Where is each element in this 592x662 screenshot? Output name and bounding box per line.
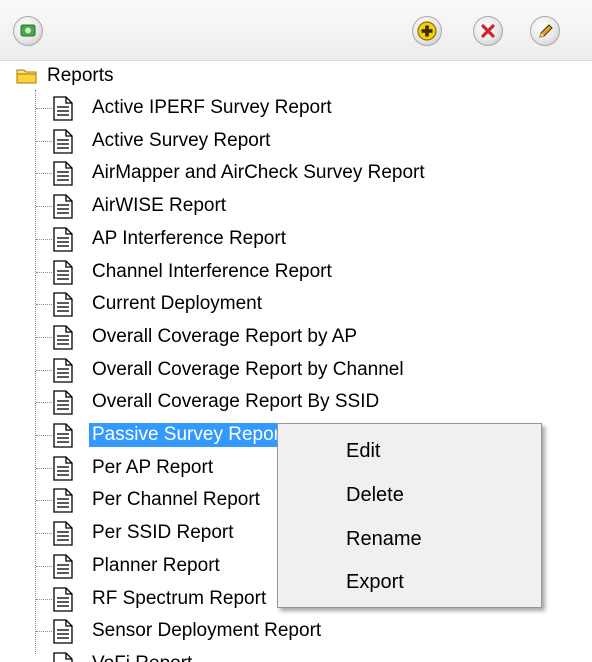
tree-item-label: Active Survey Report	[92, 129, 271, 151]
tree-item-label: Sensor Deployment Report	[92, 620, 322, 642]
add-button[interactable]	[412, 16, 442, 46]
tree-item-label: Overall Coverage Report by AP	[92, 325, 358, 347]
report-document-icon	[52, 96, 74, 121]
report-document-icon	[52, 227, 74, 252]
tree-item-label: Per AP Report	[92, 456, 214, 478]
tree-connector	[36, 238, 52, 240]
report-document-icon	[52, 259, 74, 285]
toolbar	[0, 0, 592, 61]
tree-item-label: Per SSID Report	[92, 522, 234, 544]
tree-root-reports[interactable]: Reports	[16, 64, 114, 88]
context-menu: Edit Delete Rename Export	[277, 423, 542, 608]
tree-item[interactable]: Overall Coverage Report by AP	[36, 322, 556, 352]
tree-item-label: Active IPERF Survey Report	[92, 97, 332, 118]
tree-connector	[36, 206, 52, 208]
tree-item-label: Overall Coverage Report By SSID	[92, 391, 380, 413]
x-icon	[481, 24, 495, 38]
tree-connector	[36, 336, 52, 338]
tree-connector	[36, 304, 52, 306]
tree-connector	[36, 271, 52, 273]
tree-item[interactable]: Overall Coverage Report by Channel	[36, 355, 556, 385]
report-document-icon	[52, 129, 74, 154]
tree-item[interactable]: Active Survey Report	[36, 126, 556, 156]
tree-item[interactable]: Current Deployment	[36, 289, 556, 319]
tree-item-label: AirWISE Report	[92, 195, 227, 217]
report-document-icon	[52, 161, 74, 187]
context-menu-rename[interactable]: Rename	[346, 524, 422, 554]
report-document-icon	[52, 488, 74, 514]
delete-button[interactable]	[473, 16, 503, 46]
tree-connector	[36, 598, 52, 600]
tree-item[interactable]: Overall Coverage Report By SSID	[36, 387, 556, 417]
tree-item[interactable]: AirWISE Report	[36, 191, 556, 221]
tree-connector	[36, 500, 52, 502]
reports-panel: Reports Active IPERF Survey Report Active…	[0, 0, 592, 662]
report-document-icon	[52, 423, 74, 448]
tree-item-label: AP Interference Report	[92, 227, 286, 249]
tree-connector	[36, 369, 52, 371]
tree-item-label: Overall Coverage Report by Channel	[92, 358, 404, 380]
report-document-icon	[52, 586, 74, 612]
plus-icon	[417, 21, 437, 41]
folder-icon	[16, 69, 37, 84]
report-document-icon	[52, 456, 74, 481]
tree-connector	[36, 108, 52, 109]
tree-item-label: Planner Report	[92, 554, 220, 576]
report-document-icon	[52, 619, 74, 644]
tree-item-label: Passive Survey Report	[89, 423, 289, 447]
tree-item[interactable]: Channel Interference Report	[36, 257, 556, 287]
tree-root-label: Reports	[47, 65, 114, 86]
pencil-icon	[539, 24, 553, 38]
tree-item-label: Channel Interference Report	[92, 260, 332, 282]
report-document-icon	[52, 325, 74, 350]
context-menu-delete[interactable]: Delete	[346, 480, 404, 510]
tree-connector	[36, 565, 52, 567]
tree-item[interactable]: AirMapper and AirCheck Survey Report	[36, 158, 556, 188]
tree-item-label: RF Spectrum Report	[92, 587, 267, 609]
tree-connector	[36, 173, 52, 175]
context-menu-edit[interactable]: Edit	[346, 436, 380, 466]
report-document-icon	[52, 554, 74, 579]
report-document-icon	[52, 652, 74, 662]
refresh-button[interactable]	[13, 16, 43, 46]
tree-connector	[36, 533, 52, 535]
refresh-icon	[20, 24, 36, 37]
report-document-icon	[52, 194, 74, 219]
tree-item[interactable]: AP Interference Report	[36, 224, 556, 254]
tree-item-label: AirMapper and AirCheck Survey Report	[92, 162, 425, 184]
report-document-icon	[52, 292, 74, 317]
tree-connector	[36, 140, 52, 142]
tree-item[interactable]: VoFi Report	[36, 649, 556, 662]
tree-item[interactable]: Sensor Deployment Report	[36, 616, 556, 646]
tree-connector	[36, 631, 52, 633]
tree-connector	[36, 435, 52, 436]
tree-connector	[36, 402, 52, 404]
report-document-icon	[52, 521, 74, 546]
report-document-icon	[52, 357, 74, 383]
tree-item[interactable]: Active IPERF Survey Report	[36, 93, 556, 123]
report-document-icon	[52, 390, 74, 415]
context-menu-export[interactable]: Export	[346, 567, 404, 597]
tree-item-label: Current Deployment	[92, 293, 263, 315]
edit-button[interactable]	[530, 16, 560, 46]
tree-item-label: Per Channel Report	[92, 489, 260, 511]
tree-connector	[36, 467, 52, 469]
tree-item-label: VoFi Report	[89, 652, 195, 662]
